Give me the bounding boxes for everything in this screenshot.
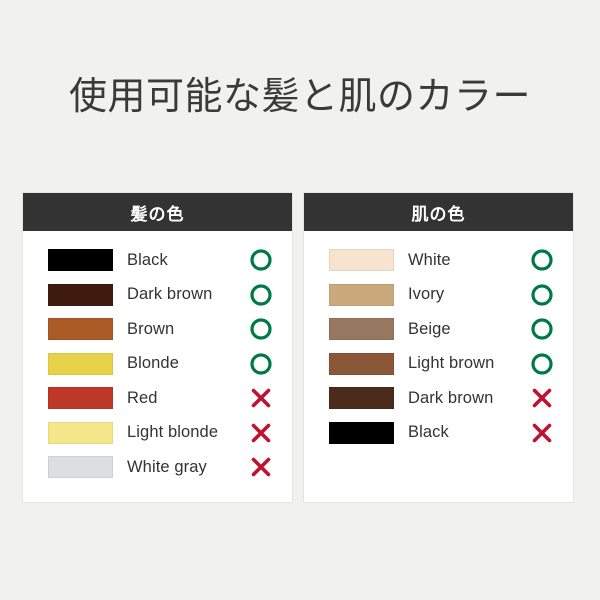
table-row: Light brown xyxy=(304,347,573,382)
color-swatch xyxy=(329,352,394,375)
table-row: Black xyxy=(23,243,292,278)
color-name-label: White gray xyxy=(127,457,207,476)
skin-color-card: 肌の色 White Ivory Beige Light brown Dark brown… xyxy=(303,192,574,503)
circle-ok-icon xyxy=(529,351,555,377)
cross-ng-icon xyxy=(529,420,555,446)
circle-ok-icon xyxy=(529,316,555,342)
color-name-label: Light brown xyxy=(408,354,495,373)
color-name-label: Brown xyxy=(127,319,175,338)
page-title: 使用可能な髪と肌のカラー xyxy=(68,76,531,118)
color-name-label: Dark brown xyxy=(127,285,213,304)
table-row: Blonde xyxy=(23,347,292,382)
cross-ng-icon xyxy=(248,420,274,446)
color-swatch xyxy=(48,249,113,272)
table-row: Beige xyxy=(304,312,573,347)
skin-color-row-list: White Ivory Beige Light brown Dark brown Blac… xyxy=(304,231,573,450)
hair-color-header: 髪の色 xyxy=(23,193,292,231)
color-swatch xyxy=(329,421,394,444)
color-swatch xyxy=(48,318,113,341)
color-swatch xyxy=(329,249,394,272)
table-row: Brown xyxy=(23,312,292,347)
circle-ok-icon xyxy=(529,247,555,273)
color-name-label: Black xyxy=(127,250,168,269)
table-row: White gray xyxy=(23,450,292,485)
hair-color-row-list: Black Dark brown Brown Blonde Red Light blond… xyxy=(23,231,292,485)
color-name-label: Red xyxy=(127,388,158,407)
circle-ok-icon xyxy=(248,247,274,273)
color-swatch xyxy=(48,456,113,479)
table-row: Light blonde xyxy=(23,416,292,451)
color-name-label: Ivory xyxy=(408,285,445,304)
cross-ng-icon xyxy=(529,385,555,411)
page-root: 使用可能な髪と肌のカラー 髪の色 Black Dark brown Brown Blo… xyxy=(0,0,600,600)
color-name-label: Blonde xyxy=(127,354,179,373)
color-swatch xyxy=(329,387,394,410)
color-name-label: Black xyxy=(408,423,449,442)
color-swatch xyxy=(48,352,113,375)
color-swatch xyxy=(48,387,113,410)
cross-ng-icon xyxy=(248,385,274,411)
table-row: Ivory xyxy=(304,278,573,313)
circle-ok-icon xyxy=(248,351,274,377)
color-name-label: Light blonde xyxy=(127,423,219,442)
color-name-label: Dark brown xyxy=(408,388,494,407)
circle-ok-icon xyxy=(248,282,274,308)
table-row: Red xyxy=(23,381,292,416)
color-swatch xyxy=(329,283,394,306)
color-name-label: White xyxy=(408,250,451,269)
skin-color-header: 肌の色 xyxy=(304,193,573,231)
color-swatch xyxy=(48,283,113,306)
cross-ng-icon xyxy=(248,454,274,480)
hair-color-card: 髪の色 Black Dark brown Brown Blonde Red Light b… xyxy=(22,192,293,503)
circle-ok-icon xyxy=(529,282,555,308)
circle-ok-icon xyxy=(248,316,274,342)
color-swatch xyxy=(329,318,394,341)
table-row: Black xyxy=(304,416,573,451)
table-row: White xyxy=(304,243,573,278)
color-swatch xyxy=(48,421,113,444)
color-name-label: Beige xyxy=(408,319,451,338)
table-row: Dark brown xyxy=(304,381,573,416)
table-row: Dark brown xyxy=(23,278,292,313)
